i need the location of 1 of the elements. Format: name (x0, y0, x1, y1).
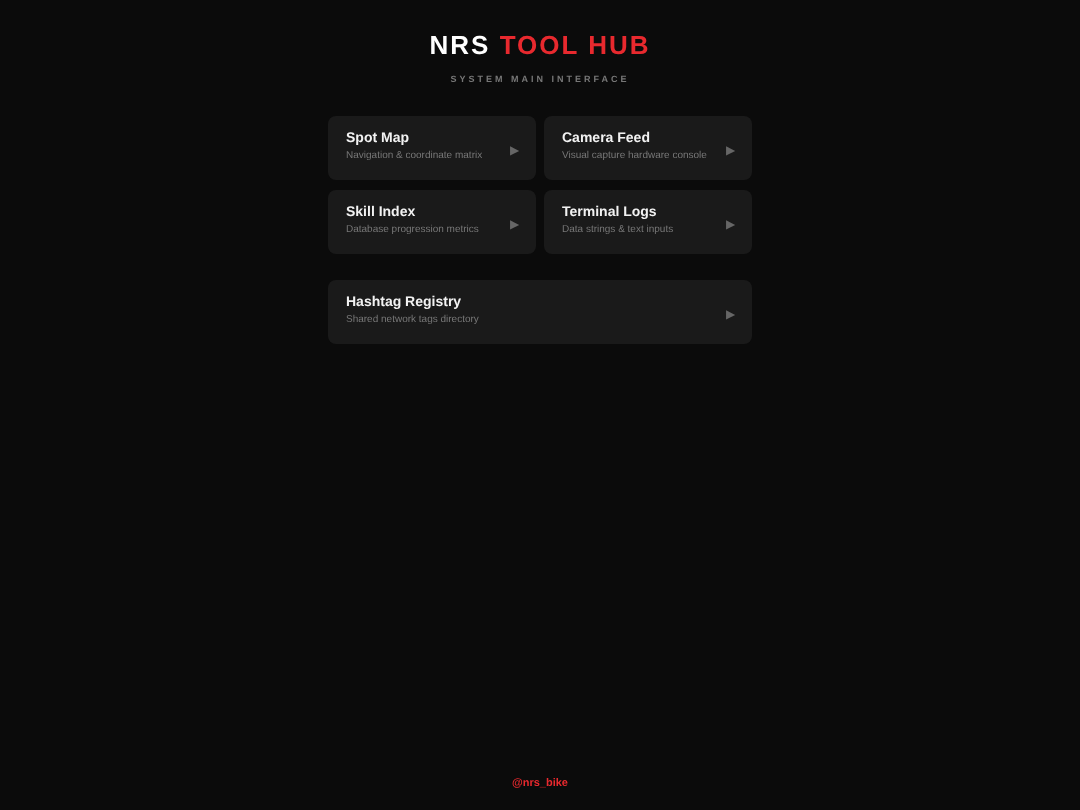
app-title: NRS TOOL HUB (429, 30, 651, 62)
